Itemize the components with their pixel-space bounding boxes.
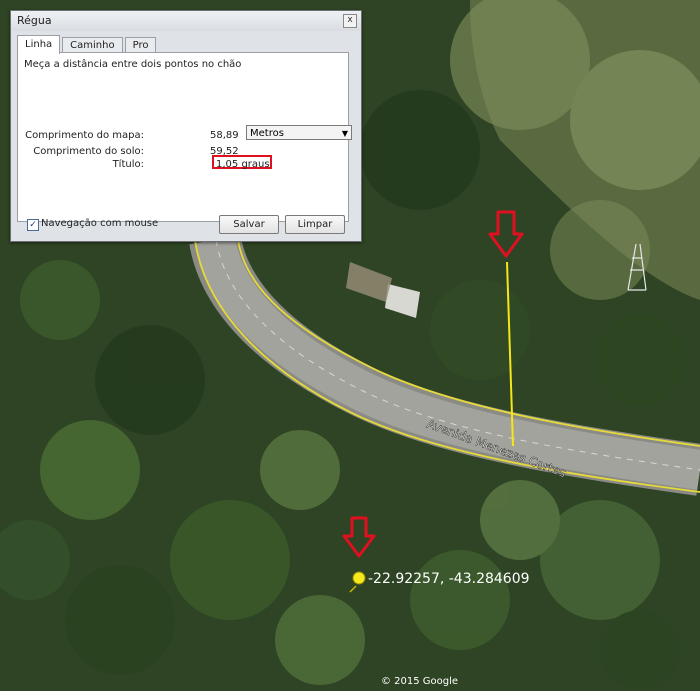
save-button[interactable]: Salvar: [219, 215, 279, 234]
tab-bar: Linha Caminho Pro: [17, 35, 158, 54]
heading-value: 1,05 graus: [216, 159, 270, 170]
ruler-dialog: Régua x Linha Caminho Pro Meça a distânc…: [10, 10, 362, 242]
clear-button[interactable]: Limpar: [285, 215, 345, 234]
heading-label: Título:: [112, 159, 144, 170]
ground-length-label: Comprimento do solo:: [33, 146, 144, 157]
mouse-nav-label: Navegação com mouse: [41, 218, 159, 229]
dialog-footer: ✓ Navegação com mouse Salvar Limpar: [17, 213, 347, 235]
map-length-value: 58,89: [210, 130, 239, 141]
dialog-titlebar[interactable]: Régua x: [11, 11, 361, 31]
mouse-nav-checkbox[interactable]: ✓: [27, 219, 39, 231]
map-length-label: Comprimento do mapa:: [25, 130, 144, 141]
tab-linha[interactable]: Linha: [17, 35, 61, 54]
unit-select[interactable]: Metros ▼: [246, 125, 352, 140]
unit-selected: Metros: [250, 128, 284, 139]
close-button[interactable]: x: [343, 14, 357, 28]
chevron-down-icon: ▼: [341, 129, 348, 138]
coordinate-label: -22.92257, -43.284609: [368, 571, 530, 587]
dialog-title: Régua: [17, 14, 52, 27]
tab-panel: Meça a distância entre dois pontos no ch…: [17, 52, 352, 222]
copyright-label: © 2015 Google: [381, 676, 458, 687]
description-text: Meça a distância entre dois pontos no ch…: [24, 59, 242, 70]
